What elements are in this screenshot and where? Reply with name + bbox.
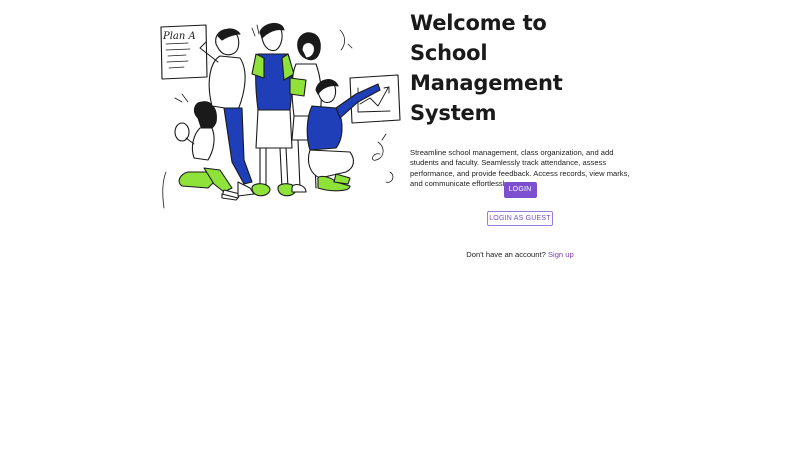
signup-prompt-text: Don't have an account? — [466, 250, 546, 259]
title-line-2: School Management — [410, 41, 563, 95]
students-illustration: Plan A — [160, 22, 402, 212]
plan-a-board-text: Plan A — [162, 31, 196, 42]
signup-link[interactable]: Sign up — [548, 250, 574, 259]
signup-prompt-line: Don't have an account? Sign up — [410, 250, 630, 259]
title-line-1: Welcome to — [410, 11, 547, 35]
login-as-guest-button[interactable]: LOGIN AS GUEST — [487, 211, 553, 226]
login-actions: LOGIN LOGIN AS GUEST — [410, 176, 630, 226]
hero-section: Welcome to School Management System Stre… — [410, 8, 640, 190]
title-line-3: System — [410, 101, 497, 125]
login-page: Plan A Welcome to School Management Syst… — [0, 0, 800, 450]
login-button[interactable]: LOGIN — [503, 182, 537, 198]
page-title: Welcome to School Management System — [410, 8, 640, 128]
